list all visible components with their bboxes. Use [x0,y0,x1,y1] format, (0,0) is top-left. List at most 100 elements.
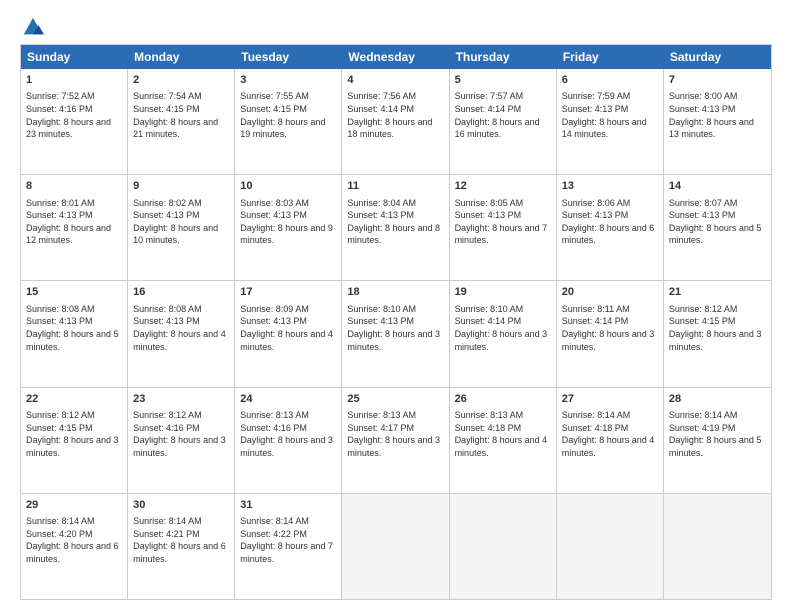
sunrise-info: Sunrise: 8:07 AM [669,197,766,210]
header-day-thursday: Thursday [450,45,557,69]
day-number: 5 [455,73,551,88]
sunset-info: Sunset: 4:16 PM [26,103,122,116]
sunrise-info: Sunrise: 8:08 AM [133,303,229,316]
daylight-info: Daylight: 8 hours and 5 minutes. [26,328,122,353]
sunset-info: Sunset: 4:15 PM [26,422,122,435]
daylight-info: Daylight: 8 hours and 5 minutes. [669,222,766,247]
daylight-info: Daylight: 8 hours and 4 minutes. [240,328,336,353]
sunrise-info: Sunrise: 8:14 AM [26,515,122,528]
header-day-saturday: Saturday [664,45,771,69]
calendar-week-3: 15Sunrise: 8:08 AMSunset: 4:13 PMDayligh… [21,280,771,386]
day-cell-20: 20Sunrise: 8:11 AMSunset: 4:14 PMDayligh… [557,281,664,386]
day-number: 21 [669,285,766,300]
sunrise-info: Sunrise: 8:02 AM [133,197,229,210]
day-number: 26 [455,392,551,407]
daylight-info: Daylight: 8 hours and 9 minutes. [240,222,336,247]
day-number: 30 [133,498,229,513]
day-number: 9 [133,179,229,194]
sunrise-info: Sunrise: 8:12 AM [669,303,766,316]
daylight-info: Daylight: 8 hours and 13 minutes. [669,116,766,141]
empty-cell [557,494,664,599]
day-number: 24 [240,392,336,407]
daylight-info: Daylight: 8 hours and 3 minutes. [133,434,229,459]
calendar-week-2: 8Sunrise: 8:01 AMSunset: 4:13 PMDaylight… [21,174,771,280]
day-cell-26: 26Sunrise: 8:13 AMSunset: 4:18 PMDayligh… [450,388,557,493]
daylight-info: Daylight: 8 hours and 23 minutes. [26,116,122,141]
day-number: 7 [669,73,766,88]
daylight-info: Daylight: 8 hours and 10 minutes. [133,222,229,247]
day-cell-9: 9Sunrise: 8:02 AMSunset: 4:13 PMDaylight… [128,175,235,280]
day-number: 6 [562,73,658,88]
day-cell-4: 4Sunrise: 7:56 AMSunset: 4:14 PMDaylight… [342,69,449,174]
sunrise-info: Sunrise: 8:13 AM [455,409,551,422]
day-cell-17: 17Sunrise: 8:09 AMSunset: 4:13 PMDayligh… [235,281,342,386]
sunrise-info: Sunrise: 8:12 AM [26,409,122,422]
calendar-week-4: 22Sunrise: 8:12 AMSunset: 4:15 PMDayligh… [21,387,771,493]
day-number: 4 [347,73,443,88]
day-number: 16 [133,285,229,300]
daylight-info: Daylight: 8 hours and 6 minutes. [26,540,122,565]
sunset-info: Sunset: 4:13 PM [562,209,658,222]
sunrise-info: Sunrise: 8:00 AM [669,90,766,103]
sunset-info: Sunset: 4:22 PM [240,528,336,541]
day-cell-3: 3Sunrise: 7:55 AMSunset: 4:15 PMDaylight… [235,69,342,174]
sunset-info: Sunset: 4:14 PM [455,103,551,116]
header-day-tuesday: Tuesday [235,45,342,69]
daylight-info: Daylight: 8 hours and 3 minutes. [347,328,443,353]
sunrise-info: Sunrise: 7:54 AM [133,90,229,103]
daylight-info: Daylight: 8 hours and 5 minutes. [669,434,766,459]
day-cell-22: 22Sunrise: 8:12 AMSunset: 4:15 PMDayligh… [21,388,128,493]
sunset-info: Sunset: 4:14 PM [455,315,551,328]
day-cell-28: 28 Sunrise: 8:14 AMSunset: 4:19 PMDayligh… [664,388,771,493]
sunrise-info: Sunrise: 8:10 AM [455,303,551,316]
day-number: 14 [669,179,766,194]
day-cell-29: 29Sunrise: 8:14 AMSunset: 4:20 PMDayligh… [21,494,128,599]
sunrise-info: Sunrise: 8:04 AM [347,197,443,210]
logo [20,16,44,34]
day-cell-6: 6 Sunrise: 7:59 AMSunset: 4:13 PMDaylight… [557,69,664,174]
day-number: 13 [562,179,658,194]
day-cell-30: 30Sunrise: 8:14 AMSunset: 4:21 PMDayligh… [128,494,235,599]
sunset-info: Sunset: 4:15 PM [133,103,229,116]
sunrise-info: Sunrise: 8:05 AM [455,197,551,210]
sunrise-info: Sunrise: 8:12 AM [133,409,229,422]
sunset-info: Sunset: 4:13 PM [133,315,229,328]
empty-cell [450,494,557,599]
day-number: 19 [455,285,551,300]
day-cell-16: 16Sunrise: 8:08 AMSunset: 4:13 PMDayligh… [128,281,235,386]
sunset-info: Sunset: 4:16 PM [240,422,336,435]
day-number: 28 [669,392,766,407]
calendar: SundayMondayTuesdayWednesdayThursdayFrid… [20,44,772,600]
sunset-info: Sunset: 4:13 PM [26,209,122,222]
sunrise-info: Sunrise: 8:11 AM [562,303,658,316]
sunrise-info: Sunrise: 8:09 AM [240,303,336,316]
sunset-info: Sunset: 4:13 PM [562,103,658,116]
calendar-week-1: 1Sunrise: 7:52 AMSunset: 4:16 PMDaylight… [21,69,771,174]
day-number: 1 [26,73,122,88]
sunset-info: Sunset: 4:18 PM [562,422,658,435]
day-number: 18 [347,285,443,300]
sunrise-info: Sunrise: 7:59 AM [562,90,658,103]
sunrise-info: Sunrise: 8:14 AM [133,515,229,528]
day-cell-5: 5Sunrise: 7:57 AMSunset: 4:14 PMDaylight… [450,69,557,174]
calendar-week-5: 29Sunrise: 8:14 AMSunset: 4:20 PMDayligh… [21,493,771,599]
day-cell-23: 23Sunrise: 8:12 AMSunset: 4:16 PMDayligh… [128,388,235,493]
sunrise-info: Sunrise: 8:13 AM [347,409,443,422]
daylight-info: Daylight: 8 hours and 19 minutes. [240,116,336,141]
sunset-info: Sunset: 4:16 PM [133,422,229,435]
daylight-info: Daylight: 8 hours and 3 minutes. [455,328,551,353]
day-number: 29 [26,498,122,513]
day-number: 31 [240,498,336,513]
day-number: 27 [562,392,658,407]
daylight-info: Daylight: 8 hours and 3 minutes. [669,328,766,353]
header-day-monday: Monday [128,45,235,69]
sunrise-info: Sunrise: 7:56 AM [347,90,443,103]
sunrise-info: Sunrise: 8:10 AM [347,303,443,316]
sunset-info: Sunset: 4:19 PM [669,422,766,435]
sunset-info: Sunset: 4:21 PM [133,528,229,541]
empty-cell [664,494,771,599]
daylight-info: Daylight: 8 hours and 14 minutes. [562,116,658,141]
sunrise-info: Sunrise: 8:14 AM [669,409,766,422]
day-cell-10: 10Sunrise: 8:03 AMSunset: 4:13 PMDayligh… [235,175,342,280]
sunset-info: Sunset: 4:14 PM [562,315,658,328]
